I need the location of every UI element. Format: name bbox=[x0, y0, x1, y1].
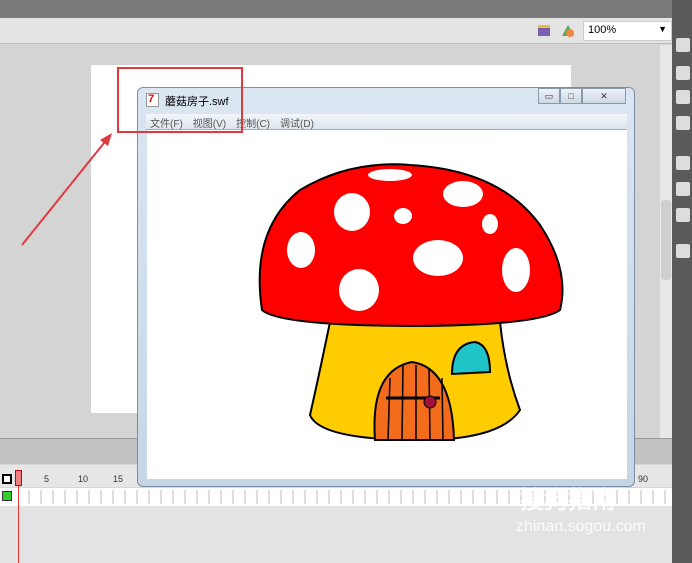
watermark-brand: 搜狗指南 bbox=[520, 487, 616, 514]
watermark-url: zhinan.sogou.com bbox=[516, 518, 646, 535]
annotation-arrow bbox=[21, 133, 112, 246]
